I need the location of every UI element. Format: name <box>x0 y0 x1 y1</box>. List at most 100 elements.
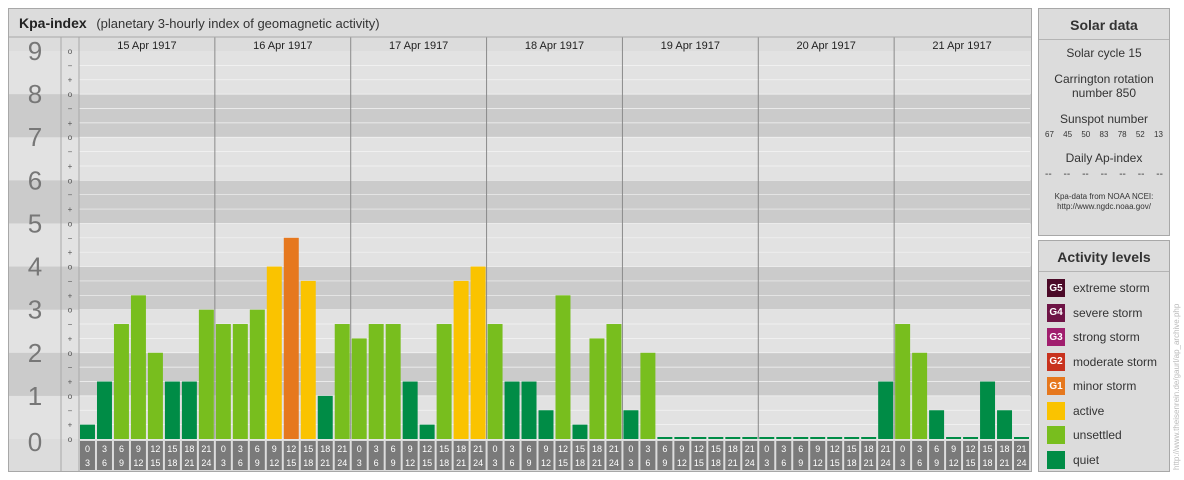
kp-bar <box>844 437 860 439</box>
kp-bar <box>164 381 180 439</box>
legend-swatch <box>1047 401 1065 420</box>
hour-start-label: 0 <box>493 444 498 454</box>
hour-start-label: 6 <box>391 444 396 454</box>
hour-end-label: 3 <box>85 458 90 468</box>
legend-swatch <box>1047 450 1065 469</box>
hour-start-label: 0 <box>628 444 633 454</box>
hour-end-label: 18 <box>439 458 449 468</box>
y-tick-label: 5 <box>28 208 42 238</box>
hour-start-label: 15 <box>847 444 857 454</box>
hour-start-label: 3 <box>917 444 922 454</box>
hour-start-label: 0 <box>85 444 90 454</box>
y-tick-label: 4 <box>28 252 42 282</box>
hour-end-label: 12 <box>677 458 687 468</box>
legend-swatch: G5 <box>1047 279 1065 298</box>
hour-end-label: 15 <box>150 458 160 468</box>
legend-label: active <box>1073 403 1105 418</box>
hour-start-label: 12 <box>694 444 704 454</box>
hour-start-label: 0 <box>357 444 362 454</box>
kp-bar <box>538 410 554 439</box>
kp-bar <box>861 437 877 439</box>
y-subtick-label: + <box>68 291 73 300</box>
y-tick-label: 1 <box>28 381 42 411</box>
day-label: 18 Apr 1917 <box>525 40 584 52</box>
hour-start-label: 15 <box>303 444 313 454</box>
kp-bar <box>691 437 707 439</box>
hour-start-label: 12 <box>422 444 432 454</box>
kp-bar <box>623 410 639 439</box>
hour-end-label: 6 <box>510 458 515 468</box>
kp-bar <box>521 381 537 439</box>
kp-bar <box>113 324 129 439</box>
kp-bar <box>504 381 520 439</box>
carrington-rotation-line2: number 850 <box>1071 86 1137 100</box>
kp-bar <box>300 280 316 439</box>
kp-bar <box>963 437 979 439</box>
y-subtick-label: o <box>68 435 73 444</box>
hour-start-label: 12 <box>558 444 568 454</box>
hour-end-label: 21 <box>320 458 330 468</box>
data-source-line1: Kpa-data from NOAA NCEI: <box>1054 192 1154 201</box>
activity-levels-panel: Activity levels G5 extreme storm G4 severe … <box>1038 240 1170 472</box>
kp-bar <box>878 381 894 439</box>
legend-item: quiet <box>1039 448 1169 473</box>
kp-bar <box>912 352 928 439</box>
watermark: http://www.theisenrein.de/gaurl/ap_archi… <box>1172 303 1181 470</box>
hour-start-label: 15 <box>439 444 449 454</box>
sunspot-value: 83 <box>1099 130 1109 139</box>
kp-bar <box>555 295 571 439</box>
hour-start-label: 21 <box>201 444 211 454</box>
hour-end-label: 12 <box>133 458 143 468</box>
y-subtick-label: + <box>68 205 73 214</box>
hour-end-label: 15 <box>966 458 976 468</box>
kp-bar <box>997 410 1013 439</box>
hour-start-label: 21 <box>881 444 891 454</box>
hour-end-label: 6 <box>238 458 243 468</box>
y-subtick-label: o <box>68 392 73 401</box>
solar-data-panel: Solar data Solar cycle 15 Carrington rot… <box>1038 8 1170 236</box>
solar-data-title: Solar data <box>1039 9 1169 40</box>
data-source-link[interactable]: http://www.ngdc.noaa.gov/ <box>1039 202 1169 212</box>
y-subtick-label: o <box>68 219 73 228</box>
legend-item: G1 minor storm <box>1039 374 1169 399</box>
hour-end-label: 6 <box>645 458 650 468</box>
data-source: Kpa-data from NOAA NCEI: http://www.ngdc… <box>1039 192 1169 212</box>
hour-start-label: 9 <box>272 444 277 454</box>
hour-start-label: 3 <box>102 444 107 454</box>
y-tick-label: 9 <box>28 36 42 66</box>
kp-bar <box>317 395 333 439</box>
y-tick-label: 0 <box>28 427 42 457</box>
hour-start-label: 3 <box>374 444 379 454</box>
legend-list: G5 extreme storm G4 severe storm G3 strong st… <box>1039 272 1169 472</box>
hour-end-label: 12 <box>541 458 551 468</box>
legend-swatch: G4 <box>1047 303 1065 322</box>
hour-end-label: 21 <box>184 458 194 468</box>
sunspot-value: 78 <box>1117 130 1127 139</box>
level-band <box>9 180 1031 224</box>
legend-label: severe storm <box>1073 305 1143 320</box>
kp-bar <box>606 324 622 439</box>
sunspot-value: 52 <box>1135 130 1145 139</box>
hour-end-label: 9 <box>934 458 939 468</box>
level-band <box>9 94 1031 138</box>
hour-start-label: 21 <box>745 444 755 454</box>
hour-end-label: 21 <box>728 458 738 468</box>
kp-bar <box>96 381 112 439</box>
hour-start-label: 15 <box>167 444 177 454</box>
kp-bar <box>640 352 656 439</box>
y-subtick-label: o <box>68 349 73 358</box>
ap-value: -- <box>1045 169 1052 180</box>
legend-label: quiet <box>1073 452 1100 467</box>
hour-end-label: 18 <box>711 458 721 468</box>
hour-start-label: 18 <box>456 444 466 454</box>
y-tick-label: 3 <box>28 295 42 325</box>
y-subtick-label: + <box>68 162 73 171</box>
hour-start-label: 21 <box>337 444 347 454</box>
hour-end-label: 24 <box>609 458 619 468</box>
day-label: 15 Apr 1917 <box>117 40 176 52</box>
hour-start-label: 6 <box>527 444 532 454</box>
hour-start-label: 21 <box>1017 444 1027 454</box>
hour-start-label: 15 <box>983 444 993 454</box>
hour-start-label: 6 <box>119 444 124 454</box>
hour-end-label: 12 <box>813 458 823 468</box>
